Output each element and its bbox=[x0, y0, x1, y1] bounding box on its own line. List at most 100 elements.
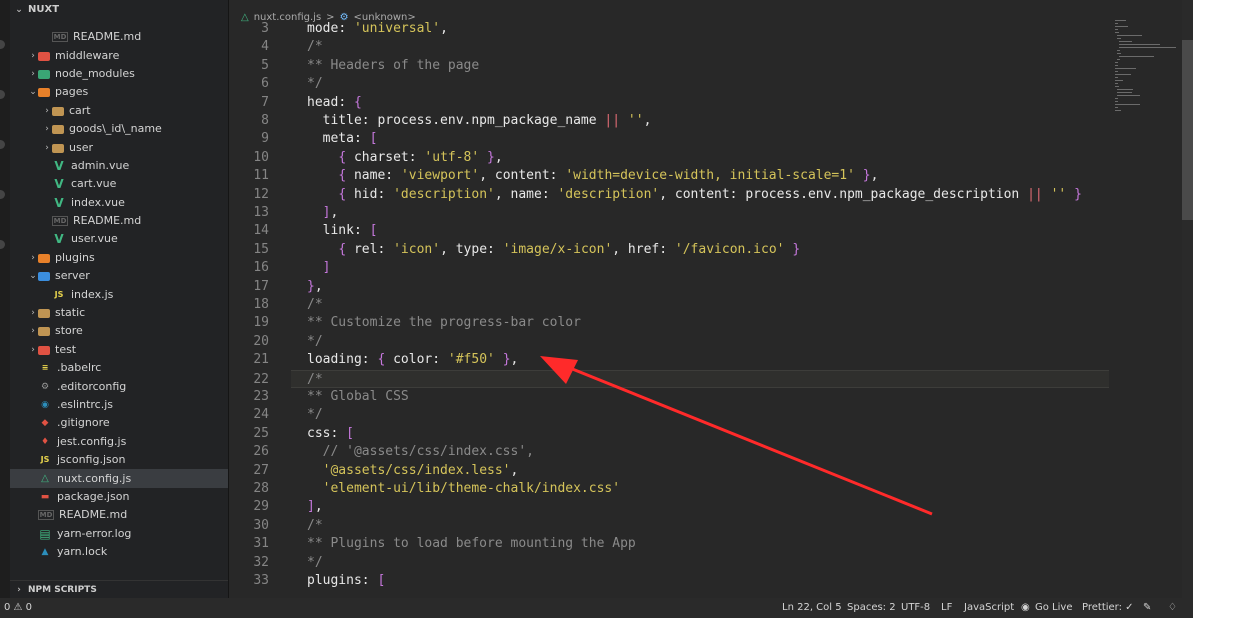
code-line[interactable]: 4 /* bbox=[229, 38, 1109, 56]
tree-item[interactable]: MD README.md bbox=[10, 506, 228, 524]
code-line[interactable]: 10 { charset: 'utf-8' }, bbox=[229, 149, 1109, 167]
tree-item[interactable]: › user bbox=[10, 138, 228, 156]
code-line[interactable]: 3 mode: 'universal', bbox=[229, 20, 1109, 38]
activity-search-icon[interactable] bbox=[0, 90, 5, 99]
code-text: ** Customize the progress-bar color bbox=[307, 315, 581, 331]
tree-item[interactable]: ⌄ pages bbox=[10, 83, 228, 101]
code-line[interactable]: 25 css: [ bbox=[229, 425, 1109, 443]
code-line[interactable]: 19 ** Customize the progress-bar color bbox=[229, 314, 1109, 332]
minimap-line bbox=[1117, 53, 1122, 54]
code-line[interactable]: 12 { hid: 'description', name: 'descript… bbox=[229, 186, 1109, 204]
vue-icon: V bbox=[54, 232, 64, 247]
code-line[interactable]: 14 link: [ bbox=[229, 222, 1109, 240]
tree-item[interactable]: › static bbox=[10, 304, 228, 322]
vertical-scrollbar[interactable] bbox=[1182, 0, 1193, 598]
tree-item[interactable]: ◆ .gitignore bbox=[10, 414, 228, 432]
code-line[interactable]: 6 */ bbox=[229, 75, 1109, 93]
code-editor[interactable]: △ nuxt.config.js > ⚙ <unknown> 3 mode: 'u… bbox=[229, 0, 1183, 598]
tree-item-label: server bbox=[55, 269, 90, 283]
code-line[interactable]: 5 ** Headers of the page bbox=[229, 57, 1109, 75]
encoding[interactable]: UTF-8 bbox=[901, 598, 930, 618]
code-line[interactable]: 28 'element-ui/lib/theme-chalk/index.css… bbox=[229, 480, 1109, 498]
minimap-line bbox=[1117, 59, 1120, 60]
code-line[interactable]: 30 /* bbox=[229, 517, 1109, 535]
code-line[interactable]: 16 ] bbox=[229, 259, 1109, 277]
tree-item[interactable]: ⚙ .editorconfig bbox=[10, 377, 228, 395]
tree-item[interactable]: › test bbox=[10, 341, 228, 359]
tree-item[interactable]: Vuser.vue bbox=[10, 230, 228, 248]
code-text: ], bbox=[322, 205, 339, 220]
code-line[interactable]: 18 /* bbox=[229, 296, 1109, 314]
end-of-line[interactable]: LF bbox=[941, 598, 952, 618]
cursor-position[interactable]: Ln 22, Col 5 bbox=[782, 598, 842, 618]
tree-item[interactable]: › node_modules bbox=[10, 65, 228, 83]
tree-item[interactable]: JS index.js bbox=[10, 285, 228, 303]
code-line[interactable]: 26 // '@assets/css/index.css', bbox=[229, 443, 1109, 461]
code-line[interactable]: 9 meta: [ bbox=[229, 130, 1109, 148]
folder-icon bbox=[52, 106, 64, 116]
code-line[interactable]: 11 { name: 'viewport', content: 'width=d… bbox=[229, 167, 1109, 185]
tree-item[interactable]: Vcart.vue bbox=[10, 175, 228, 193]
tree-item[interactable]: △ nuxt.config.js bbox=[10, 469, 228, 488]
code-line[interactable]: 21 loading: { color: '#f50' }, bbox=[229, 351, 1109, 369]
activity-debug-icon[interactable] bbox=[0, 190, 5, 199]
activity-source-control-icon[interactable] bbox=[0, 140, 5, 149]
tree-item[interactable]: › plugins bbox=[10, 249, 228, 267]
tree-item-label: README.md bbox=[59, 508, 128, 522]
line-number: 14 bbox=[253, 223, 269, 239]
line-number: 15 bbox=[253, 241, 269, 257]
line-number: 25 bbox=[253, 425, 269, 441]
line-number: 16 bbox=[253, 260, 269, 276]
tree-item[interactable]: › goods\_id\_name bbox=[10, 120, 228, 138]
npm-scripts-section[interactable]: › NPM SCRIPTS bbox=[10, 580, 228, 598]
tree-item[interactable]: ♦ jest.config.js bbox=[10, 433, 228, 451]
code-text: { rel: 'icon', type: 'image/x-icon', hre… bbox=[338, 241, 801, 257]
tree-item[interactable]: › middleware bbox=[10, 46, 228, 64]
code-line[interactable]: 27 '@assets/css/index.less', bbox=[229, 462, 1109, 480]
tree-item[interactable]: ◉ .eslintrc.js bbox=[10, 396, 228, 414]
tree-item[interactable]: › cart bbox=[10, 102, 228, 120]
feedback-icon[interactable]: ✎ bbox=[1143, 598, 1151, 618]
code-line[interactable]: 31 ** Plugins to load before mounting the… bbox=[229, 535, 1109, 553]
explorer-sidebar: ⌄ NUXT MD README.md › middleware › node_modul… bbox=[10, 0, 229, 598]
bell-icon[interactable]: ♢ bbox=[1168, 598, 1177, 618]
tree-item[interactable]: ≡ .babelrc bbox=[10, 359, 228, 377]
code-line[interactable]: 23 ** Global CSS bbox=[229, 388, 1109, 406]
minimap-line bbox=[1115, 77, 1118, 78]
tree-item[interactable]: ▤ yarn-error.log bbox=[10, 525, 228, 543]
activity-explorer-icon[interactable] bbox=[0, 40, 5, 49]
code-line[interactable]: 15 { rel: 'icon', type: 'image/x-icon', … bbox=[229, 241, 1109, 259]
tree-item[interactable]: ▲ yarn.lock bbox=[10, 543, 228, 561]
code-line[interactable]: 17}, bbox=[229, 278, 1109, 296]
tree-item[interactable]: MD README.md bbox=[10, 28, 228, 46]
scrollbar-thumb[interactable] bbox=[1182, 40, 1193, 220]
code-line[interactable]: 29], bbox=[229, 498, 1109, 516]
code-line[interactable]: 7 head: { bbox=[229, 94, 1109, 112]
problems-indicator[interactable]: 0 ⚠ 0 bbox=[4, 598, 32, 618]
tree-item[interactable]: ▬ package.json bbox=[10, 488, 228, 506]
go-live-button[interactable]: Go Live bbox=[1035, 598, 1072, 618]
code-line[interactable]: 13 ], bbox=[229, 204, 1109, 222]
code-line[interactable]: 24 */ bbox=[229, 406, 1109, 424]
code-line[interactable]: 22 /* bbox=[253, 369, 1109, 388]
line-number: 17 bbox=[253, 278, 269, 294]
tree-item[interactable]: MD README.md bbox=[10, 212, 228, 230]
tree-item[interactable]: JS jsconfig.json bbox=[10, 451, 228, 469]
minimap[interactable] bbox=[1109, 20, 1183, 150]
code-text: head: { bbox=[307, 94, 362, 110]
md-icon: MD bbox=[38, 510, 54, 521]
code-line[interactable]: 8 title: process.env.npm_package_name ||… bbox=[229, 112, 1109, 130]
code-line[interactable]: 33 plugins: [ bbox=[229, 572, 1109, 590]
tree-item[interactable]: Vadmin.vue bbox=[10, 157, 228, 175]
indentation[interactable]: Spaces: 2 bbox=[847, 598, 896, 618]
code-line[interactable]: 20 */ bbox=[229, 333, 1109, 351]
prettier-status[interactable]: Prettier: ✓ bbox=[1082, 598, 1134, 618]
code-line[interactable]: 32 */ bbox=[229, 554, 1109, 572]
language-mode[interactable]: JavaScript bbox=[964, 598, 1014, 618]
minimap-line bbox=[1117, 35, 1143, 36]
tree-item[interactable]: ⌄ server bbox=[10, 267, 228, 285]
tree-item[interactable]: › store bbox=[10, 322, 228, 340]
explorer-header[interactable]: ⌄ NUXT bbox=[10, 0, 228, 20]
activity-extensions-icon[interactable] bbox=[0, 240, 5, 249]
tree-item[interactable]: Vindex.vue bbox=[10, 194, 228, 212]
